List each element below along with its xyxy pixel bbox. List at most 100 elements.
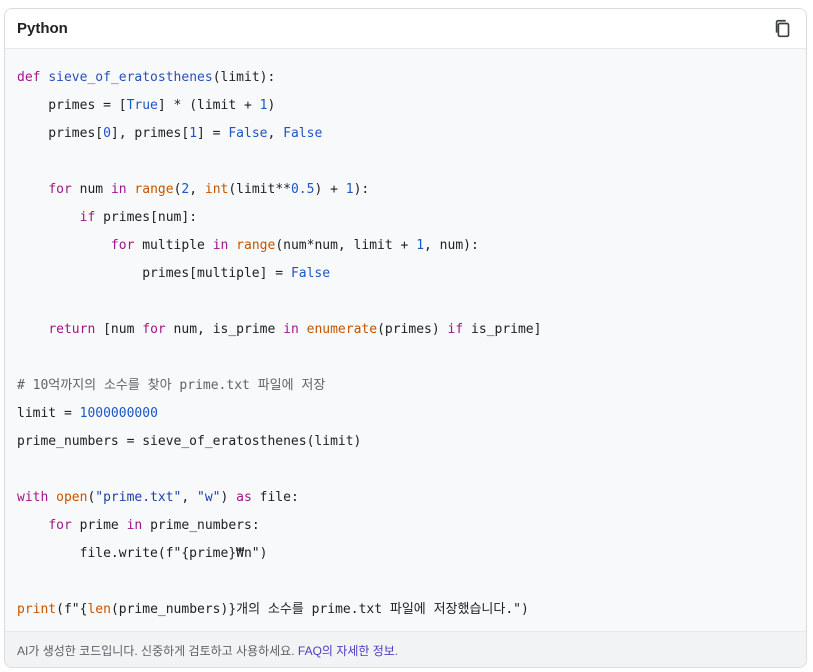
code-block: Python def sieve_of_eratosthenes(limit):…	[4, 8, 807, 668]
code-token: primes[	[17, 126, 104, 141]
code-token: primes[multiple] =	[17, 266, 291, 281]
code-token: print	[17, 602, 57, 617]
code-token: for	[110, 238, 135, 253]
code-token: (limit**	[228, 182, 291, 197]
code-token: for	[48, 182, 72, 197]
code-token: 1	[189, 126, 198, 141]
code-line: limit = 1000000000	[17, 400, 541, 428]
code-token: , num):	[424, 238, 479, 253]
code-token: 1	[345, 182, 354, 197]
code-line: for num in range(2, int(limit**0.5) + 1)…	[17, 176, 541, 204]
code-token: def	[17, 70, 41, 85]
code-line: primes[multiple] = False	[17, 260, 541, 288]
code-token: multiple	[134, 238, 213, 253]
code-line: # 10억까지의 소수를 찾아 prime.txt 파일에 저장	[17, 372, 541, 400]
code-token: (limit):	[212, 70, 276, 85]
code-content[interactable]: def sieve_of_eratosthenes(limit): primes…	[17, 64, 541, 624]
code-token: False	[290, 266, 331, 281]
code-token: sieve_of_eratosthenes	[48, 70, 213, 85]
code-token: 0.5	[290, 182, 315, 197]
code-token: prime_numbers:	[142, 518, 260, 533]
code-token: ):	[353, 182, 370, 197]
code-token: return	[48, 322, 96, 337]
disclaimer-message: AI가 생성한 코드입니다. 신중하게 검토하고 사용하세요.	[17, 644, 298, 658]
code-token: limit =	[17, 406, 80, 421]
copy-button[interactable]	[772, 18, 794, 40]
code-token: as	[236, 490, 252, 505]
code-token: ,	[267, 126, 284, 141]
code-line: return [num for num, is_prime in enumera…	[17, 316, 541, 344]
code-token: ,	[181, 490, 198, 505]
code-token: range	[236, 238, 276, 253]
code-line: for multiple in range(num*num, limit + 1…	[17, 232, 541, 260]
code-token: with	[17, 490, 49, 505]
disclaimer-footer: AI가 생성한 코드입니다. 신중하게 검토하고 사용하세요. FAQ의 자세한…	[5, 631, 806, 667]
code-line: print(f"{len(prime_numbers)}개의 소수를 prime…	[17, 596, 541, 624]
code-token: num, is_prime	[165, 322, 284, 337]
code-token: False	[283, 126, 323, 141]
code-token: file:	[251, 490, 299, 505]
code-token: in	[126, 518, 143, 533]
copy-icon	[775, 19, 790, 38]
code-token: primes[num]:	[95, 210, 198, 225]
code-token: 1000000000	[79, 406, 158, 421]
code-token: ], primes[	[110, 126, 190, 141]
code-token: int	[204, 182, 229, 197]
disclaimer-text: AI가 생성한 코드입니다. 신중하게 검토하고 사용하세요. FAQ의 자세한…	[17, 642, 398, 659]
code-area[interactable]: def sieve_of_eratosthenes(limit): primes…	[5, 49, 806, 633]
code-token: False	[228, 126, 268, 141]
code-line: def sieve_of_eratosthenes(limit):	[17, 64, 541, 92]
language-label: Python	[17, 20, 68, 37]
code-token: (primes)	[377, 322, 448, 337]
code-token: )	[220, 490, 237, 505]
code-token: in	[110, 182, 127, 197]
code-token: num	[71, 182, 111, 197]
code-token: open	[56, 490, 88, 505]
code-token: True	[126, 98, 158, 113]
code-token: enumerate	[306, 322, 378, 337]
code-token: ,	[189, 182, 205, 197]
code-line: primes = [True] * (limit + 1)	[17, 92, 541, 120]
code-token: ) +	[314, 182, 346, 197]
code-block-header: Python	[5, 9, 806, 49]
code-token: in	[212, 238, 229, 253]
code-token: 0	[103, 126, 111, 141]
code-line: with open("prime.txt", "w") as file:	[17, 484, 541, 512]
code-token: range	[134, 182, 174, 197]
code-token: if	[447, 322, 464, 337]
code-token: prime_numbers = sieve_of_eratosthenes(li…	[17, 434, 362, 449]
code-token: prime	[71, 518, 127, 533]
code-line: for prime in prime_numbers:	[17, 512, 541, 540]
code-token: len	[87, 602, 111, 617]
code-line: prime_numbers = sieve_of_eratosthenes(li…	[17, 428, 541, 456]
code-token: primes = [	[17, 98, 127, 113]
code-line: file.write(f"{prime}₩n")	[17, 540, 541, 568]
code-token: file.write(f"{prime}₩n")	[17, 546, 268, 561]
code-token: [num	[95, 322, 143, 337]
code-token: # 10억까지의 소수를 찾아 prime.txt 파일에 저장	[17, 378, 326, 393]
disclaimer-suffix: .	[394, 644, 399, 658]
code-line: primes[0], primes[1] = False, False	[17, 120, 541, 148]
code-token: is_prime]	[463, 322, 542, 337]
code-token: "prime.txt"	[95, 490, 182, 505]
code-token: if	[79, 210, 96, 225]
code-token: for	[142, 322, 166, 337]
code-token: (num*num, limit +	[275, 238, 417, 253]
code-token: (f"{	[56, 602, 88, 617]
code-token: ] =	[197, 126, 229, 141]
code-line: if primes[num]:	[17, 204, 541, 232]
faq-link[interactable]: FAQ의 자세한 정보	[298, 644, 395, 658]
